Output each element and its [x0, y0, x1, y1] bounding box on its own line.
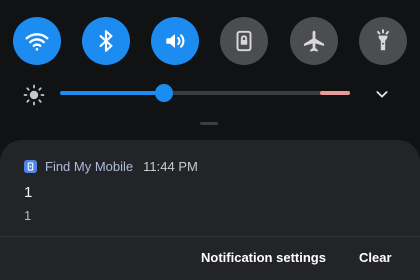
brightness-row: [0, 80, 420, 108]
notification-settings-button[interactable]: Notification settings: [201, 250, 326, 265]
brightness-thumb[interactable]: [155, 84, 174, 102]
notification-time: 11:44 PM: [143, 158, 198, 174]
sound-toggle[interactable]: [151, 17, 199, 65]
notification-app-name: Find My Mobile: [45, 158, 134, 174]
quick-settings-row: [0, 17, 420, 67]
wifi-toggle[interactable]: [13, 17, 61, 65]
notification-text: 1: [24, 208, 32, 223]
screen-lock-toggle[interactable]: [220, 17, 268, 65]
volume-icon: [166, 33, 185, 49]
brightness-icon: [23, 84, 45, 106]
notification-actions: Notification settings Clear: [0, 250, 420, 274]
panel-drag-handle[interactable]: [200, 122, 218, 125]
notification-divider: [0, 236, 420, 237]
flashlight-toggle[interactable]: [359, 17, 407, 65]
brightness-fill: [60, 91, 165, 95]
brightness-high-zone: [320, 91, 350, 95]
chevron-down-icon[interactable]: [374, 86, 390, 102]
find-my-mobile-app-icon: [24, 159, 37, 173]
brightness-slider[interactable]: [60, 84, 350, 102]
clear-button[interactable]: Clear: [359, 250, 392, 265]
airplane-toggle[interactable]: [290, 17, 338, 65]
bluetooth-toggle[interactable]: [82, 17, 130, 65]
notification-card[interactable]: Find My Mobile 11:44 PM 1 1 Notification…: [0, 140, 420, 280]
bluetooth-icon: [99, 30, 113, 52]
wifi-icon: [25, 33, 49, 51]
notification-shade: Find My Mobile 11:44 PM 1 1 Notification…: [0, 0, 420, 280]
airplane-icon: [303, 30, 325, 52]
rotation-lock-icon: [236, 30, 252, 52]
flashlight-icon: [377, 29, 389, 51]
notification-title: 1: [24, 184, 33, 201]
notification-header: Find My Mobile 11:44 PM: [24, 158, 198, 174]
